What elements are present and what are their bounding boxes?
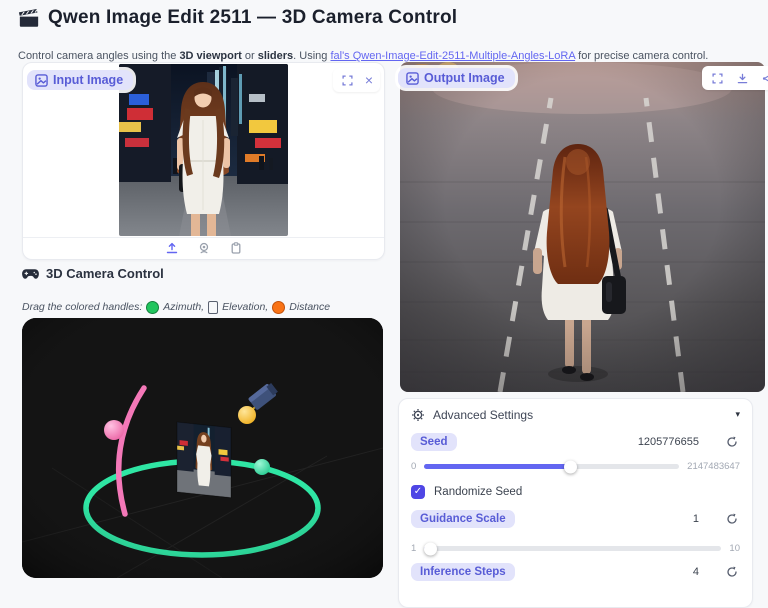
subtitle: Control camera angles using the 3D viewp…: [18, 50, 708, 62]
input-image-tools: ×: [333, 68, 380, 92]
guidance-scale-slider-handle[interactable]: [424, 542, 437, 555]
3d-viewport[interactable]: [22, 318, 383, 578]
lora-link[interactable]: fal's Qwen-Image-Edit-2511-Multiple-Angl…: [330, 50, 575, 62]
output-image-badge: Output Image: [398, 68, 515, 88]
input-toolbar: [23, 238, 384, 258]
distance-color-dot: [272, 301, 285, 314]
guidance-scale-row: Guidance Scale 1: [411, 509, 740, 529]
guidance-scale-slider: 1 10: [411, 542, 740, 555]
inference-steps-reset-icon[interactable]: [726, 566, 738, 578]
guidance-scale-value[interactable]: 1: [693, 513, 699, 525]
camera-control-title: 3D Camera Control: [22, 266, 164, 281]
seed-label-badge: Seed: [411, 433, 457, 451]
share-icon[interactable]: [759, 70, 768, 86]
output-image-tools: [702, 66, 768, 90]
fullscreen-icon[interactable]: [340, 72, 356, 88]
close-icon[interactable]: ×: [365, 75, 373, 85]
slider-min: 0: [411, 461, 416, 472]
randomize-seed-checkbox[interactable]: ✓: [411, 485, 425, 499]
inference-steps-label-badge: Inference Steps: [411, 563, 515, 581]
azimuth-color-dot: [146, 301, 159, 314]
slider-max: 10: [729, 543, 740, 554]
download-icon[interactable]: [734, 70, 750, 86]
clipboard-icon[interactable]: [228, 240, 244, 256]
seed-slider: 0 2147483647: [411, 460, 740, 473]
azimuth-handle[interactable]: [254, 459, 270, 475]
collapse-caret-icon[interactable]: ▾: [735, 409, 740, 420]
output-image-photo[interactable]: [400, 62, 765, 392]
image-plane: [177, 422, 231, 498]
guidance-scale-reset-icon[interactable]: [726, 513, 738, 525]
viewport-instruction: Drag the colored handles: Azimuth, Eleva…: [22, 301, 330, 314]
fullscreen-icon[interactable]: [709, 70, 725, 86]
randomize-seed-row: ✓ Randomize Seed: [411, 484, 740, 499]
seed-value[interactable]: 1205776655: [638, 436, 699, 448]
seed-row: Seed 1205776655: [411, 432, 740, 452]
advanced-settings-panel: Advanced Settings ▾ Seed 1205776655 0 21…: [398, 398, 753, 608]
missing-glyph-box: [208, 301, 218, 314]
webcam-icon[interactable]: [196, 240, 212, 256]
seed-slider-handle[interactable]: [564, 460, 577, 473]
distance-handle[interactable]: [238, 406, 256, 424]
inference-steps-row: Inference Steps 4: [411, 562, 740, 582]
guidance-scale-label-badge: Guidance Scale: [411, 510, 515, 528]
slider-min: 1: [411, 543, 416, 554]
gear-icon: [411, 408, 425, 422]
clapperboard-icon: [18, 7, 40, 29]
image-icon: [35, 74, 48, 87]
input-image-photo[interactable]: [119, 64, 288, 236]
input-image-badge: Input Image: [27, 70, 133, 90]
slider-max: 2147483647: [687, 461, 740, 472]
seed-slider-track[interactable]: [424, 464, 679, 469]
gamepad-icon: [22, 268, 39, 280]
inference-steps-value[interactable]: 4: [693, 566, 699, 578]
seed-reset-icon[interactable]: [726, 436, 738, 448]
upload-icon[interactable]: [164, 240, 180, 256]
randomize-seed-label: Randomize Seed: [434, 486, 522, 498]
guidance-scale-slider-track[interactable]: [424, 546, 721, 551]
page-title: Qwen Image Edit 2511 — 3D Camera Control: [48, 7, 457, 29]
image-icon: [406, 72, 419, 85]
elevation-handle[interactable]: [104, 420, 124, 440]
input-image-panel: Input Image ×: [22, 62, 385, 260]
advanced-settings-header[interactable]: Advanced Settings: [411, 399, 740, 422]
app-header: Qwen Image Edit 2511 — 3D Camera Control: [18, 7, 457, 29]
